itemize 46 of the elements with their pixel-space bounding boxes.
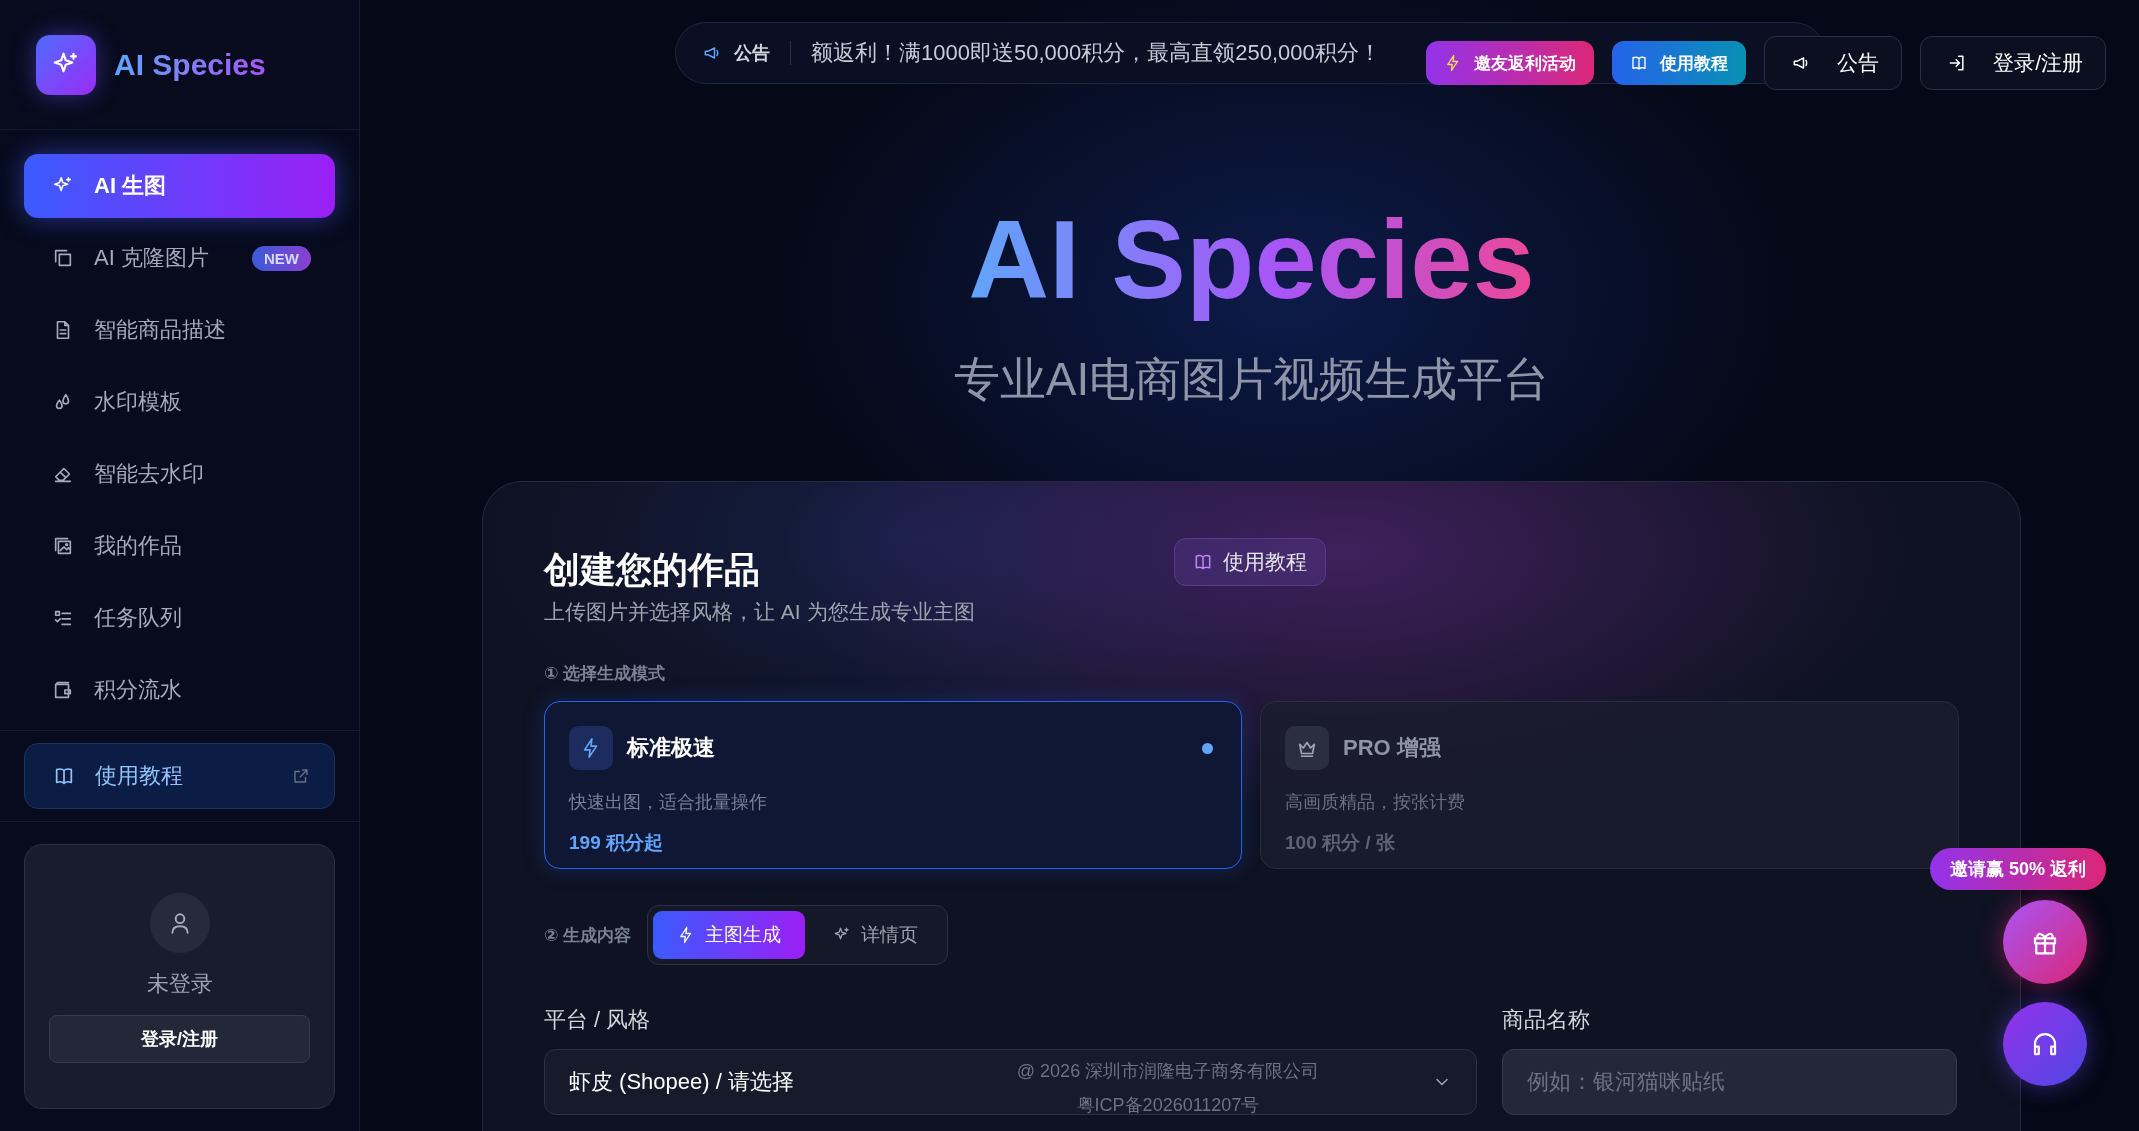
field-label: 平台 / 风格 [544,1006,652,1035]
login-button[interactable]: 登录/注册 [1920,36,2106,90]
copyright-text: @ 2026 深圳市润隆电子商务有限公司 [1016,1060,1320,1083]
nav-item[interactable]: 智能商品描述 [24,298,335,363]
mode-price: 199 积分起 [569,831,664,856]
nav-item[interactable]: AI 克隆图片 NEW [24,226,335,291]
external-link-icon [292,767,310,786]
step-label: ② 生成内容 [544,924,632,947]
field-label: 商品名称 [1502,1006,1591,1035]
nav-item[interactable]: AI 生图 [24,154,335,219]
card-title: 创建您的作品 [544,548,761,593]
lightning-icon [569,726,613,771]
announcement-text: 额返利！满1000即送50,000积分，最高直领250,000积分！ [811,39,1381,67]
content-tab[interactable]: 主图生成 [653,911,806,960]
tutorial-button[interactable]: 使用教程 [1612,41,1747,85]
invite-badge: 邀请赢 50% 返利 [1929,848,2106,890]
nav-item[interactable]: 水印模板 [24,370,335,435]
step-label: ① 选择生成模式 [544,663,667,686]
mode-name: PRO 增强 [1343,734,1442,763]
tutorial-button[interactable]: 使用教程 [1174,538,1326,587]
new-badge: NEW [252,245,311,271]
nav-item[interactable]: 智能去水印 [24,442,335,507]
product-name-field[interactable]: 例如：银河猫咪贴纸 [1502,1049,1957,1116]
login-status: 未登录 [146,970,213,999]
card-subtitle: 上传图片并选择风格，让 AI 为您生成专业主图 [544,599,976,626]
icp-text: 粤ICP备2026011207号 [1076,1094,1260,1117]
crown-icon [1285,726,1329,771]
nav-item[interactable]: 积分流水 [24,658,335,723]
book-icon [1630,54,1649,72]
selected-dot-icon [1202,742,1213,754]
support-button[interactable] [2003,1002,2087,1086]
mode-name: 标准极速 [627,734,716,763]
content-tab[interactable]: 详情页 [809,911,943,960]
login-button[interactable]: 登录/注册 [49,1015,310,1064]
referral-button[interactable]: 邀友返利活动 [1426,41,1595,85]
announcement-label: 公告 [734,42,770,65]
tutorial-link[interactable]: 使用教程 [24,743,335,810]
mode-description: 高画质精品，按张计费 [1285,791,1466,815]
hero-subtitle: 专业AI电商图片视频生成平台 [953,352,1550,408]
announcement-button[interactable]: 公告 [1764,36,1903,90]
mode-price: 100 积分 / 张 [1285,831,1396,856]
nav-item[interactable]: 任务队列 [24,586,335,651]
nav-item[interactable]: 我的作品 [24,514,335,579]
mode-option[interactable]: 标准极速 快速出图，适合批量操作 199 积分起 [544,701,1242,870]
logo-icon [36,34,96,95]
mode-description: 快速出图，适合批量操作 [569,791,768,815]
